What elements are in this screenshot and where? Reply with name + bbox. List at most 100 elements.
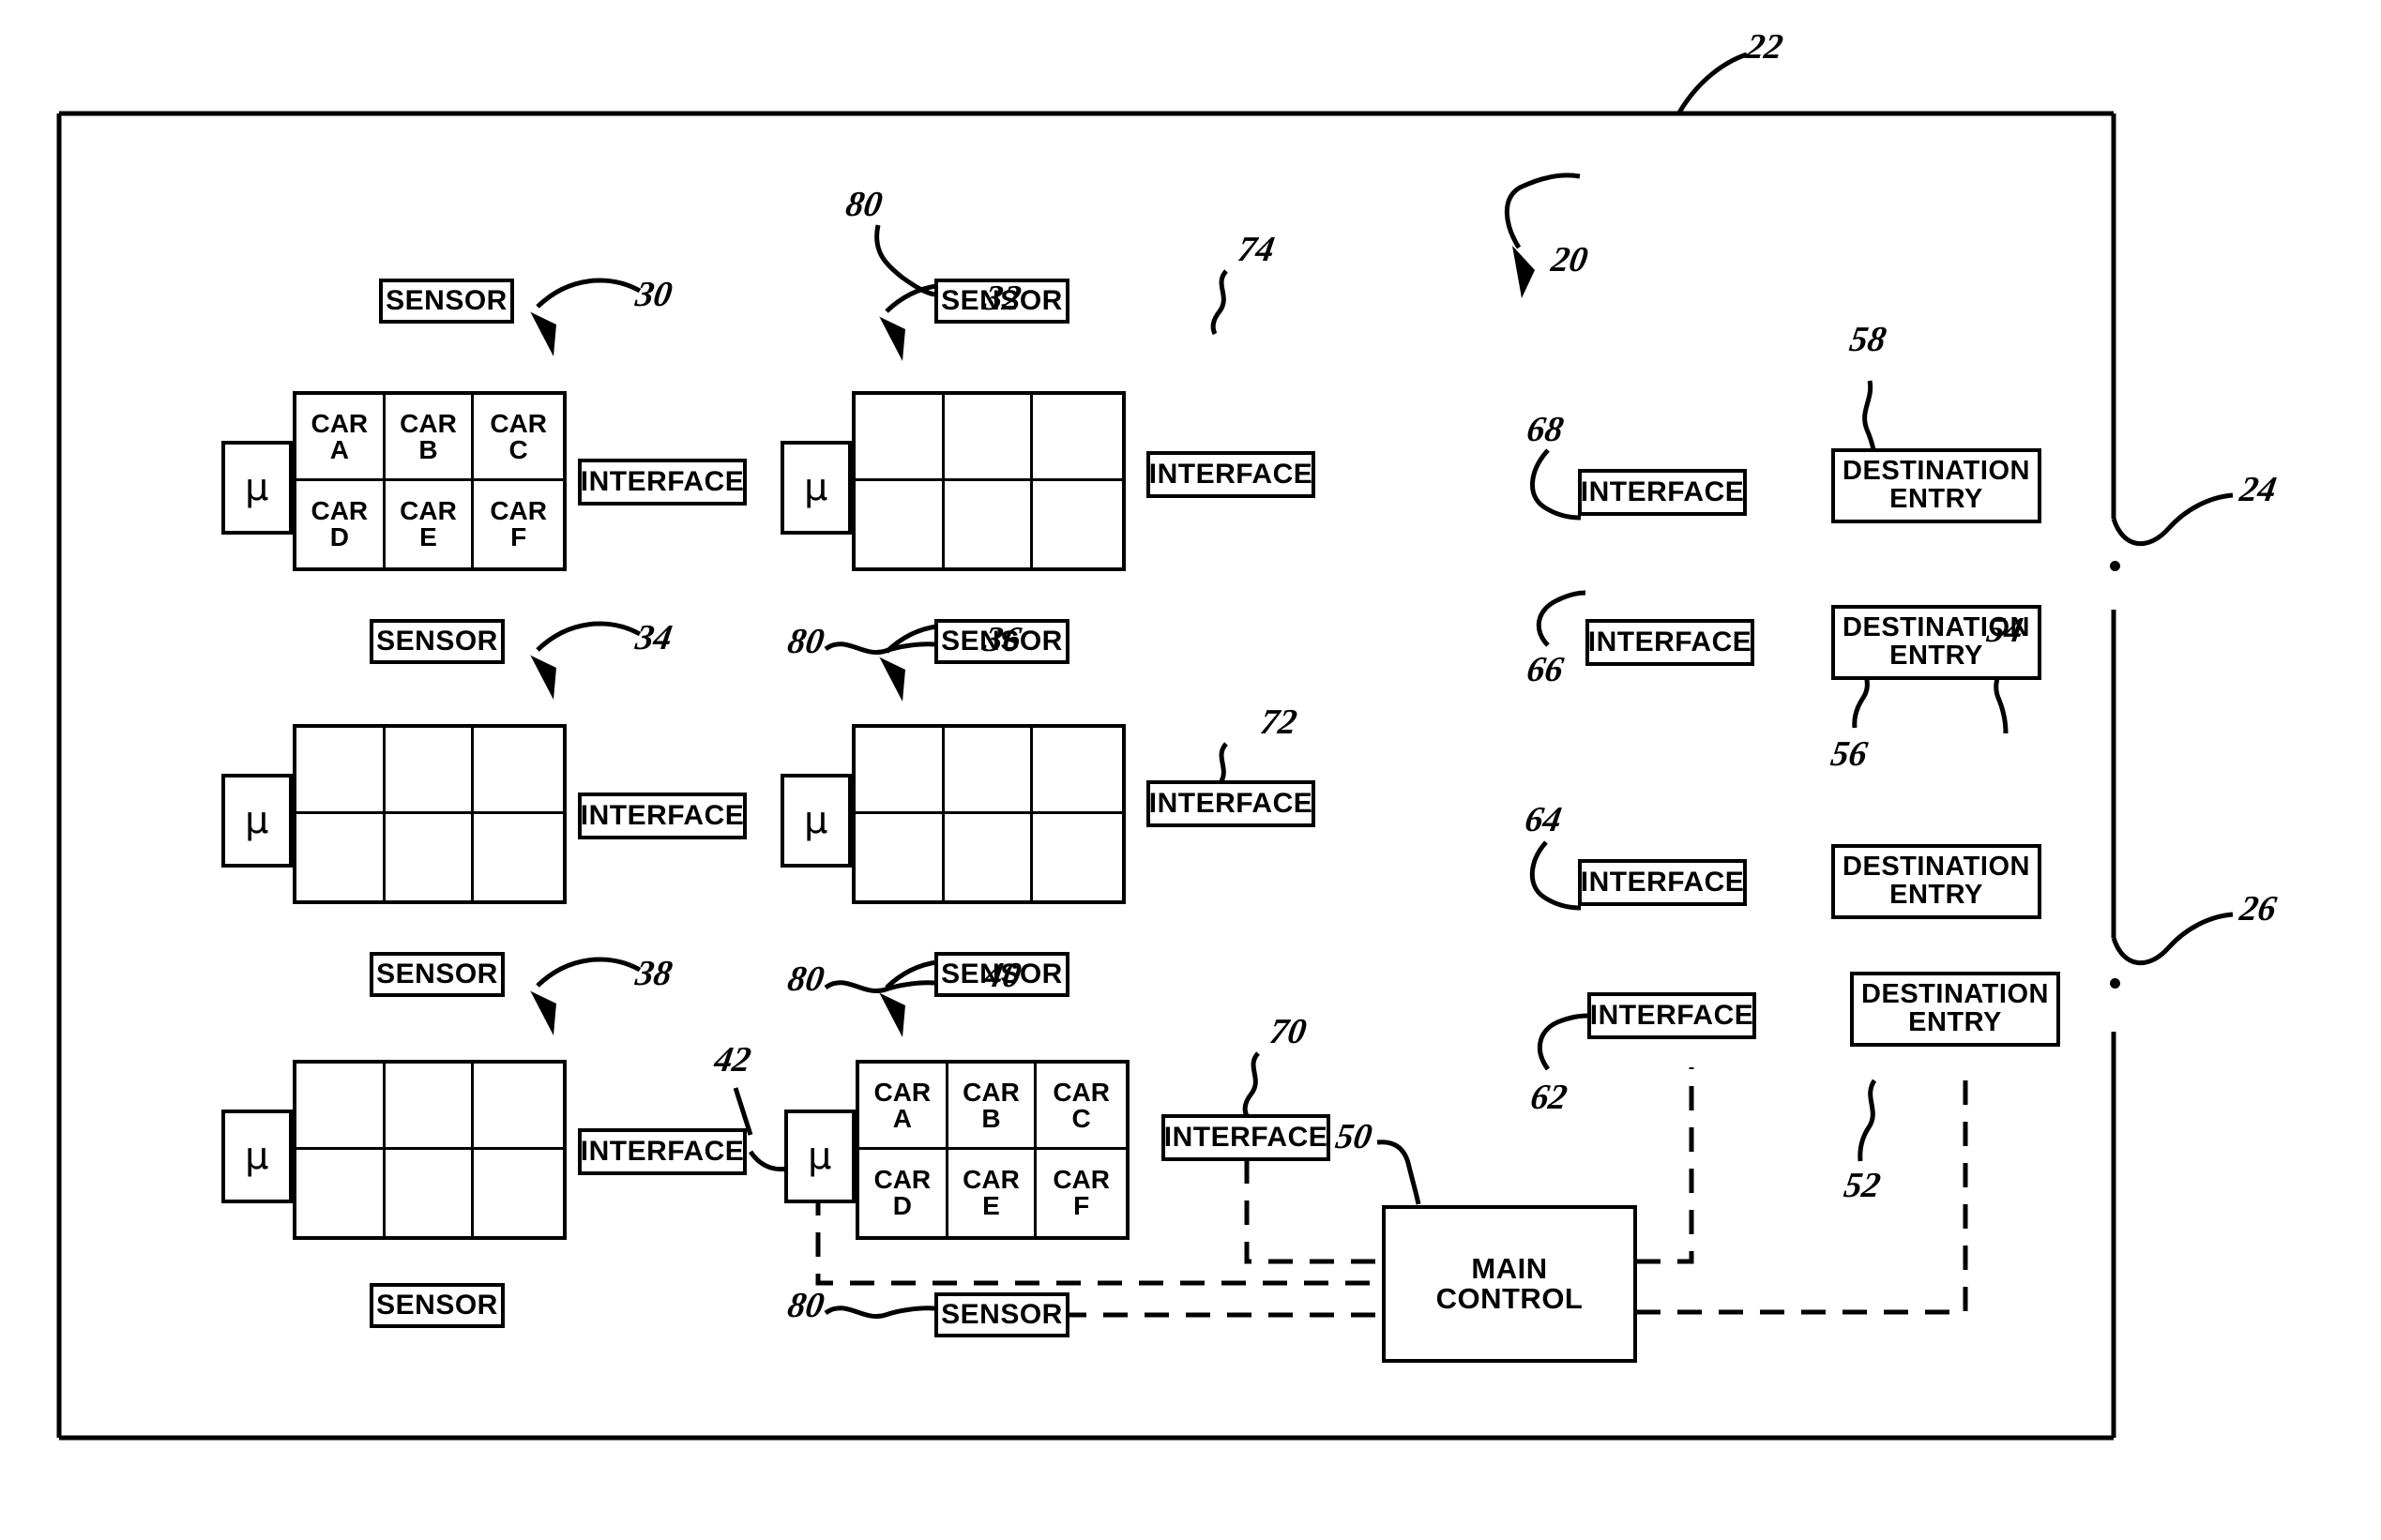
- destination-entry-line2: ENTRY: [1889, 641, 1983, 671]
- interface-label: INTERFACE: [1580, 476, 1745, 507]
- car-cell-b: CAR B: [385, 395, 475, 481]
- interface-box-g34[interactable]: INTERFACE: [578, 793, 747, 839]
- leader-24: [2111, 492, 2234, 546]
- car-letter: A: [329, 434, 349, 464]
- microcontroller-box-g30: µ: [221, 441, 293, 535]
- interface-label: INTERFACE: [1589, 999, 1754, 1031]
- car-cell-blank: [296, 1064, 386, 1150]
- micro-label: µ: [245, 1134, 269, 1178]
- interface-label: INTERFACE: [580, 799, 745, 831]
- car-cell-blank: [296, 1150, 386, 1236]
- leader-68: [1530, 448, 1582, 521]
- car-cell-f: CAR F: [1037, 1150, 1126, 1236]
- bus-main-to-dest52: [1636, 1080, 1968, 1315]
- microcontroller-box-g36: µ: [781, 774, 852, 868]
- car-cell-b: CAR B: [948, 1064, 1038, 1150]
- sensor-label: SENSOR: [386, 284, 508, 316]
- main-control-line2: CONTROL: [1435, 1282, 1584, 1315]
- interface-box-64[interactable]: INTERFACE: [1578, 859, 1747, 906]
- car-cell-blank: [386, 1150, 475, 1236]
- ref-number-30: 30: [632, 275, 675, 314]
- ref-number-66: 66: [1524, 650, 1567, 689]
- ref-number-38: 38: [632, 954, 675, 993]
- ref-number-58: 58: [1846, 320, 1889, 359]
- car-letter: C: [1071, 1103, 1091, 1133]
- interface-box-g32[interactable]: INTERFACE: [1146, 451, 1315, 498]
- car-letter: E: [982, 1191, 1000, 1220]
- interface-label: INTERFACE: [1580, 866, 1745, 898]
- car-letter: D: [892, 1191, 912, 1220]
- ref-number-56: 56: [1827, 734, 1871, 774]
- elevator-group-g38: [293, 1060, 567, 1240]
- interface-box-g30[interactable]: INTERFACE: [578, 459, 747, 506]
- leader-26: [2111, 912, 2234, 965]
- ref-number-22: 22: [1743, 27, 1786, 67]
- ref-number-64: 64: [1522, 800, 1565, 839]
- interface-box-g36[interactable]: INTERFACE: [1146, 780, 1315, 827]
- interface-label: INTERFACE: [580, 1135, 745, 1167]
- interface-label: INTERFACE: [1163, 1121, 1328, 1153]
- car-cell-d: CAR D: [859, 1150, 948, 1236]
- car-cell-blank: [474, 814, 563, 900]
- car-letter: B: [418, 434, 438, 464]
- elevator-group-g32: [852, 391, 1126, 571]
- car-cell-e: CAR E: [948, 1150, 1038, 1236]
- car-prefix: CAR: [400, 408, 457, 438]
- car-cell-blank: [856, 728, 945, 814]
- bus-main-to-iface62: [1636, 1067, 1694, 1264]
- car-letter: B: [981, 1103, 1001, 1133]
- car-cell-blank: [1033, 728, 1122, 814]
- car-cell-blank: [945, 814, 1034, 900]
- leader-22: [1676, 52, 1748, 114]
- ref-number-36: 36: [981, 620, 1024, 659]
- micro-label: µ: [804, 465, 828, 509]
- microcontroller-box-g34: µ: [221, 774, 293, 868]
- car-cell-blank: [944, 395, 1034, 481]
- car-cell-blank: [945, 481, 1034, 567]
- ref-number-40: 40: [981, 956, 1024, 995]
- car-prefix: CAR: [311, 496, 369, 525]
- destination-entry-line1: DESTINATION: [1843, 852, 2030, 883]
- microcontroller-box-g40: µ: [784, 1110, 856, 1203]
- ref-number-62: 62: [1527, 1078, 1570, 1117]
- ref-number-74: 74: [1235, 230, 1278, 269]
- ref-number-54: 54: [1983, 611, 2026, 650]
- interface-box-g40[interactable]: INTERFACE: [1161, 1114, 1330, 1161]
- leader-80-c: [824, 980, 935, 993]
- destination-entry-box-58[interactable]: DESTINATION ENTRY: [1831, 448, 2041, 523]
- interface-box-68[interactable]: INTERFACE: [1578, 469, 1747, 516]
- interface-box-62[interactable]: INTERFACE: [1587, 992, 1756, 1039]
- leader-70: [1242, 1051, 1261, 1118]
- sensor-box-g34-top: SENSOR: [370, 619, 505, 664]
- sensor-box-g38-top: SENSOR: [370, 952, 505, 997]
- destination-entry-line2: ENTRY: [1889, 880, 1983, 910]
- car-cell-a: CAR A: [296, 395, 386, 481]
- interface-box-66[interactable]: INTERFACE: [1585, 619, 1754, 666]
- car-cell-blank: [385, 728, 475, 814]
- ref-number-52: 52: [1841, 1166, 1884, 1205]
- car-prefix: CAR: [963, 1077, 1020, 1107]
- arrow-30-shaft: [536, 278, 642, 309]
- sensor-label: SENSOR: [376, 625, 498, 657]
- ref-number-72: 72: [1257, 702, 1300, 742]
- elevator-group-g34: [293, 724, 567, 904]
- arrow-34-shaft: [536, 621, 642, 652]
- interface-box-g38[interactable]: INTERFACE: [578, 1128, 747, 1175]
- car-cell-d: CAR D: [296, 481, 386, 567]
- sensor-box-g38-bottom: SENSOR: [370, 1283, 505, 1328]
- car-letter: D: [329, 522, 349, 551]
- car-cell-c: CAR C: [1037, 1064, 1126, 1150]
- ref-number-42: 42: [711, 1040, 754, 1080]
- car-cell-blank: [386, 814, 475, 900]
- destination-entry-line2: ENTRY: [1889, 484, 1983, 514]
- micro-label: µ: [245, 798, 269, 842]
- destination-entry-box-52[interactable]: DESTINATION ENTRY: [1850, 972, 2060, 1047]
- ref-number-80-c: 80: [784, 959, 827, 999]
- ref-number-80-a: 80: [842, 185, 886, 224]
- sensor-label: SENSOR: [376, 1289, 498, 1321]
- main-control-box[interactable]: MAIN CONTROL: [1382, 1205, 1637, 1363]
- bus-iface70-to-main: [1244, 1159, 1382, 1264]
- destination-entry-box-54[interactable]: DESTINATION ENTRY: [1831, 844, 2041, 919]
- elevator-group-g36: [852, 724, 1126, 904]
- ref-number-50: 50: [1332, 1117, 1375, 1156]
